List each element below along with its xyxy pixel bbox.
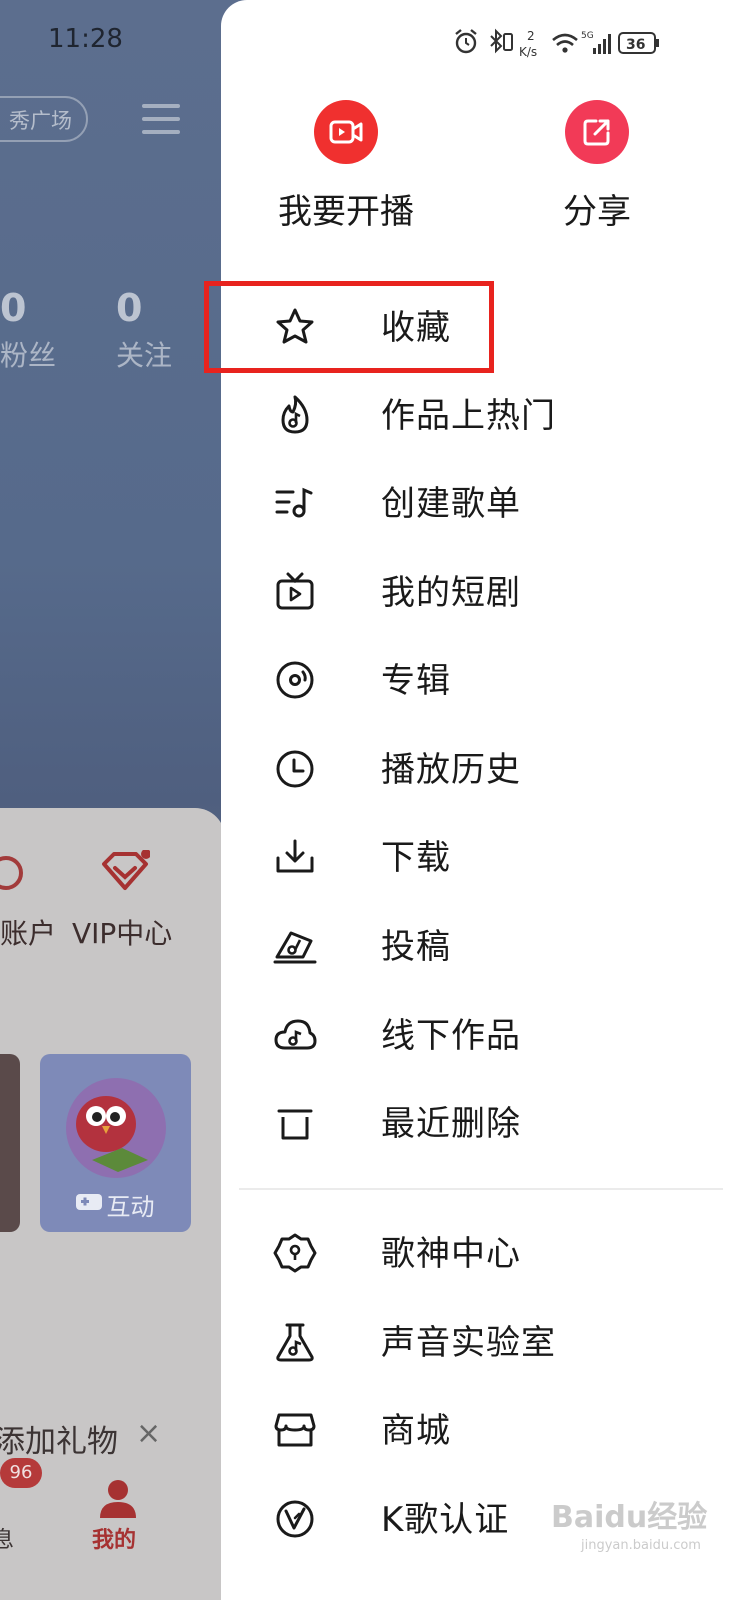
menu-label: 最近删除 [381, 1104, 521, 1144]
battery-level: 36 [626, 37, 645, 53]
share-label: 分享 [563, 192, 631, 232]
live-camera-icon [314, 100, 378, 164]
menu-item-recently-deleted[interactable]: 最近删除 [261, 1078, 721, 1166]
background-plaza-pill: 秀广场 [0, 96, 88, 142]
submission-icon [273, 931, 317, 964]
menu-label: 创建歌单 [381, 484, 521, 524]
flask-icon [276, 1323, 314, 1362]
messages-badge: 96 [0, 1458, 42, 1488]
account-icon [0, 856, 23, 890]
menu-label: 线下作品 [381, 1016, 521, 1056]
menu-label: 作品上热门 [381, 396, 556, 436]
following-count: 0 [116, 286, 143, 330]
tv-play-icon [276, 572, 314, 610]
signal-icon [593, 34, 611, 54]
fans-label: 粉丝 [0, 339, 57, 372]
profile-tab-icon [100, 1480, 136, 1518]
background-menu-icon-bar [142, 130, 180, 134]
baidu-watermark: Baidu经验 [551, 1500, 708, 1535]
download-icon [276, 839, 314, 873]
menu-item-create-playlist[interactable]: 创建歌单 [261, 458, 721, 546]
owl-avatar-icon [66, 1078, 166, 1178]
menu-label: 专辑 [381, 661, 451, 701]
baidu-watermark-url: jingyan.baidu.com [581, 1538, 701, 1553]
menu-label: 投稿 [381, 927, 451, 967]
account-label: 账户 [0, 917, 57, 950]
store-icon [274, 1413, 316, 1447]
menu-label: 歌神中心 [381, 1234, 521, 1274]
menu-item-offline-works[interactable]: 线下作品 [261, 990, 721, 1078]
verified-v-icon [276, 1500, 314, 1538]
network-type: 5G [581, 31, 594, 41]
menu-item-my-short-dramas[interactable]: 我的短剧 [261, 547, 721, 635]
status-bar-icons: 2 K/s 5G 36 [455, 28, 659, 58]
menu-label: 下载 [381, 838, 451, 878]
interactive-tile: 互动 [40, 1054, 191, 1232]
following-label: 关注 [116, 339, 173, 372]
background-menu-icon-bar [142, 117, 180, 121]
highlight-box [204, 281, 494, 373]
tab-messages-label: 息 [0, 1528, 15, 1553]
tab-mine-label: 我的 [92, 1528, 137, 1553]
fans-count: 0 [0, 286, 27, 330]
clock-icon [276, 750, 314, 788]
flame-music-icon [281, 395, 309, 434]
cloud-music-icon [274, 1019, 317, 1050]
trash-icon [277, 1109, 313, 1140]
menu-item-submissions[interactable]: 投稿 [261, 901, 721, 989]
menu-item-downloads[interactable]: 下载 [261, 812, 721, 900]
playlist-icon [275, 487, 313, 518]
share-icon [565, 100, 629, 164]
background-menu-icon [142, 104, 180, 108]
wifi-icon [552, 33, 578, 53]
net-speed-unit: K/s [519, 45, 537, 58]
menu-item-singer-center[interactable]: 歌神中心 [261, 1208, 721, 1296]
vip-center-label: VIP中心 [72, 917, 173, 950]
menu-label: 商城 [381, 1411, 451, 1451]
menu-item-albums[interactable]: 专辑 [261, 635, 721, 723]
share-button[interactable]: 分享 [517, 100, 677, 233]
net-speed-value: 2 [527, 29, 535, 43]
background-time: 11:28 [48, 24, 123, 54]
menu-label: 播放历史 [381, 750, 521, 790]
menu-label: K歌认证 [381, 1500, 510, 1540]
disc-icon [276, 661, 314, 699]
menu-item-sound-lab[interactable]: 声音实验室 [261, 1297, 721, 1385]
badge-gear-icon [273, 1233, 317, 1273]
side-drawer: 2 K/s 5G 36 我要开播 分享 收藏 作品上热门 创建歌单 我的短剧 专… [204, 0, 738, 1600]
menu-label: 声音实验室 [381, 1323, 556, 1363]
go-live-label: 我要开播 [278, 192, 414, 232]
bluetooth-icon [490, 28, 513, 54]
menu-label: 我的短剧 [381, 573, 521, 613]
add-gift-text: 添加礼物 [0, 1424, 118, 1460]
alarm-icon [455, 29, 477, 54]
interactive-label: 互动 [106, 1193, 155, 1221]
background-tile [0, 1054, 20, 1232]
gift-close-icon: × [136, 1416, 162, 1451]
menu-item-promote-works[interactable]: 作品上热门 [261, 370, 721, 458]
menu-item-play-history[interactable]: 播放历史 [261, 724, 721, 812]
go-live-button[interactable]: 我要开播 [266, 100, 426, 233]
menu-divider [239, 1188, 723, 1190]
vip-diamond-icon [102, 850, 150, 890]
menu-item-mall[interactable]: 商城 [261, 1385, 721, 1473]
